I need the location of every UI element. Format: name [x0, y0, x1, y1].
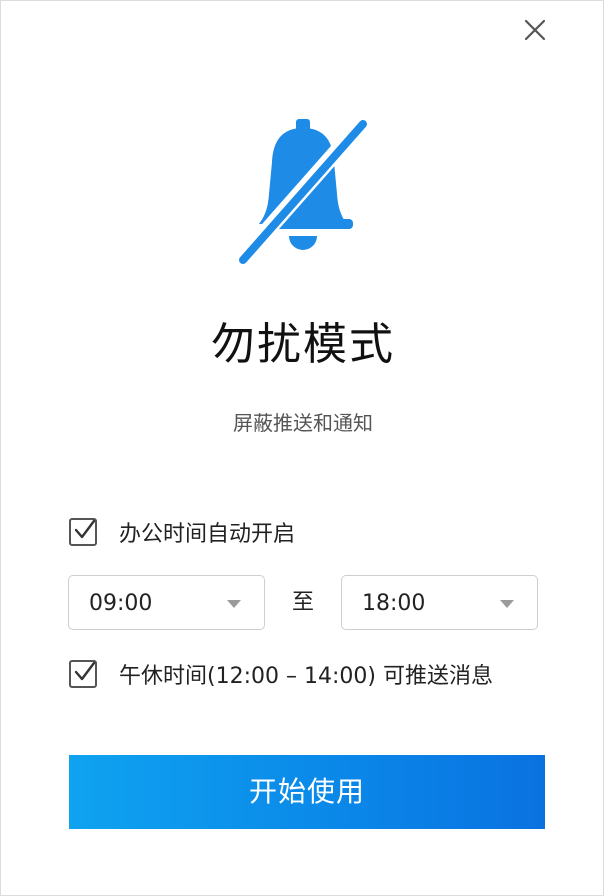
lunch-break-label: 午休时间(12:00 – 14:00) 可推送消息 — [119, 664, 493, 689]
caret-down-icon — [227, 600, 241, 608]
close-button[interactable] — [520, 15, 550, 45]
bell-slash-icon — [233, 116, 369, 268]
close-icon — [524, 19, 546, 41]
start-using-button[interactable]: 开始使用 — [69, 755, 545, 829]
end-time-select[interactable]: 18:00 — [341, 575, 538, 630]
dialog-title: 勿扰模式 — [211, 319, 395, 370]
lunch-break-option[interactable]: 午休时间(12:00 – 14:00) 可推送消息 — [69, 658, 493, 690]
end-time-value: 18:00 — [362, 591, 426, 616]
start-time-value: 09:00 — [89, 591, 153, 616]
dnd-dialog: 勿扰模式 屏蔽推送和通知 办公时间自动开启 09:00 至 18:00 午休时间… — [0, 0, 604, 896]
start-time-select[interactable]: 09:00 — [68, 575, 265, 630]
office-hours-label: 办公时间自动开启 — [119, 522, 296, 547]
time-range-separator: 至 — [291, 590, 314, 615]
lunch-break-checkbox[interactable] — [69, 660, 97, 688]
caret-down-icon — [500, 600, 514, 608]
check-icon — [74, 519, 96, 539]
dialog-subtitle: 屏蔽推送和通知 — [233, 411, 373, 435]
office-hours-checkbox[interactable] — [69, 518, 97, 546]
office-hours-option[interactable]: 办公时间自动开启 — [69, 516, 295, 548]
check-icon — [74, 661, 96, 681]
